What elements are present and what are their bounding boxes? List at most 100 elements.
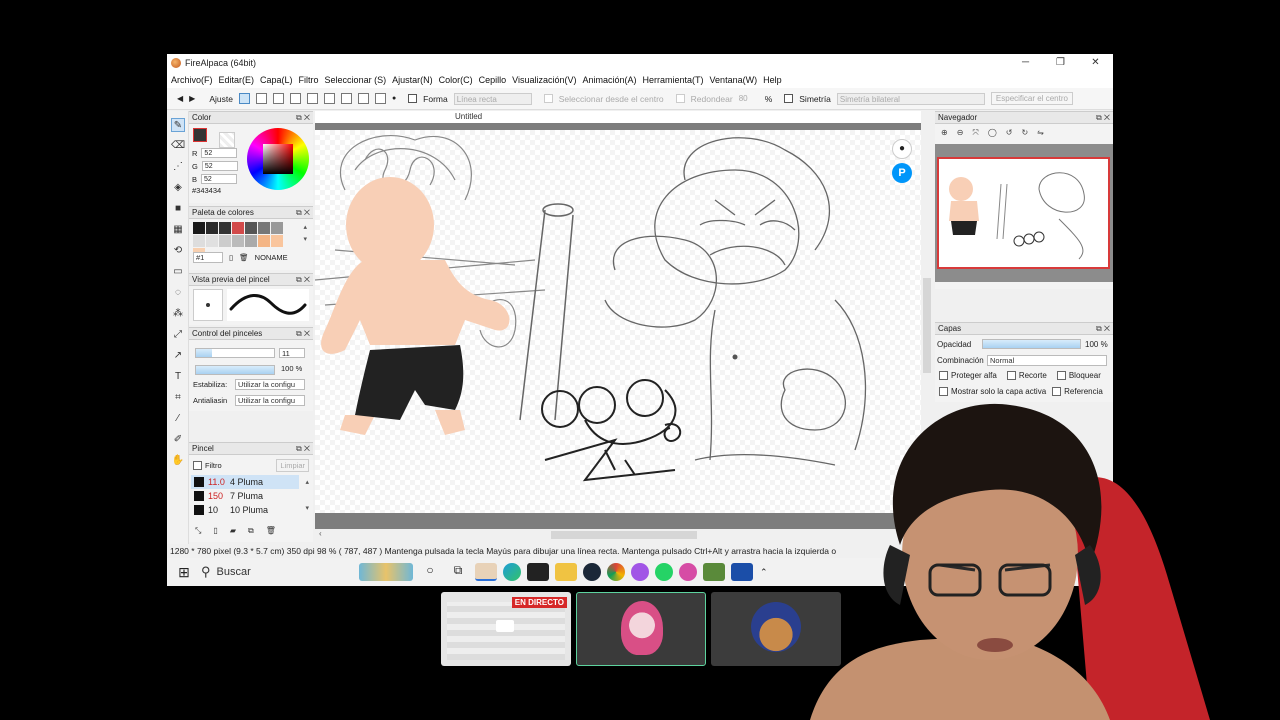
red-input[interactable]: 52 xyxy=(201,148,238,158)
tray-expand-icon[interactable]: ⌃ xyxy=(760,567,768,578)
edge-icon[interactable] xyxy=(503,563,521,581)
palette-swatch[interactable] xyxy=(206,235,218,247)
brush-list-item[interactable]: 10 10 Pluma xyxy=(191,503,299,517)
dot-tool-icon[interactable]: ⋰ xyxy=(171,160,185,174)
grab-tool-icon[interactable]: ✋ xyxy=(171,454,185,468)
menu-animacion[interactable]: Animación(A) xyxy=(583,75,637,85)
lasso-tool-icon[interactable]: ◌ xyxy=(171,286,185,300)
palette-swatch[interactable] xyxy=(219,235,231,247)
brush-size-slider[interactable] xyxy=(195,348,275,358)
operation-tool-icon[interactable]: ↗ xyxy=(171,349,185,363)
hand-tool-icon[interactable]: ⟲ xyxy=(171,244,185,258)
minimize-button[interactable]: ─ xyxy=(1008,54,1043,72)
steam-icon[interactable] xyxy=(583,563,601,581)
panel-pin-close-icon[interactable]: ⧉ ✕ xyxy=(296,207,310,219)
search-highlight-icon[interactable] xyxy=(359,563,413,581)
minecraft-icon[interactable] xyxy=(703,563,725,581)
scroll-left-icon[interactable]: ‹ xyxy=(319,529,322,538)
antialias-dropdown[interactable]: Utilizar la configu xyxy=(235,395,305,406)
panel-pin-close-icon[interactable]: ⧉ ✕ xyxy=(296,274,310,286)
current-color-swatch[interactable] xyxy=(193,128,207,142)
green-input[interactable]: 52 xyxy=(201,161,238,171)
whatsapp-icon[interactable] xyxy=(655,563,673,581)
forma-dropdown[interactable]: Línea recta xyxy=(453,92,532,105)
file-explorer-icon[interactable] xyxy=(555,563,577,581)
navigator-thumbnail[interactable] xyxy=(937,157,1110,269)
panel-pin-close-icon[interactable]: ⧉ ✕ xyxy=(1096,112,1110,124)
gradient-tool-icon[interactable]: ▦ xyxy=(171,223,185,237)
palette-swatch[interactable] xyxy=(193,235,205,247)
rotate-right-icon[interactable]: ↻ xyxy=(1021,128,1028,138)
menu-herramienta[interactable]: Herramienta(T) xyxy=(643,75,704,85)
palette-delete-icon[interactable]: 🗑 xyxy=(239,253,249,262)
simetria-dropdown[interactable]: Simetría bilateral xyxy=(836,92,985,105)
menu-archivo[interactable]: Archivo(F) xyxy=(171,75,213,85)
palette-scroll-arrows[interactable]: ▴ ▾ xyxy=(303,222,307,246)
palette-swatch[interactable] xyxy=(193,222,205,234)
pen-tool-icon[interactable]: ✎ xyxy=(171,118,185,132)
blend-mode-dropdown[interactable]: Normal xyxy=(987,355,1107,366)
forma-checkbox[interactable] xyxy=(408,94,418,103)
eraser-tool-icon[interactable]: ⌫ xyxy=(171,139,185,153)
panel-pin-close-icon[interactable]: ⧉ ✕ xyxy=(296,328,310,340)
snap-parallel-icon[interactable] xyxy=(255,93,267,104)
zoom-out-icon[interactable]: ⊖ xyxy=(957,128,964,138)
brush-settings-icon[interactable]: ⤡ xyxy=(195,526,201,536)
protect-alpha-checkbox[interactable] xyxy=(939,371,948,380)
palette-swatch[interactable] xyxy=(271,235,283,247)
brush-list-item[interactable]: 11.0 4 Pluma xyxy=(191,475,299,489)
snap-off-icon[interactable] xyxy=(238,93,250,104)
snap-cross-icon[interactable] xyxy=(289,93,301,104)
menu-editar[interactable]: Editar(E) xyxy=(219,75,255,85)
snap-perspective-icon[interactable] xyxy=(374,93,386,104)
pixiv-share-icon[interactable]: P xyxy=(892,163,912,183)
hex-value[interactable]: #343434 xyxy=(192,186,221,195)
palette-swatch[interactable] xyxy=(219,222,231,234)
actual-size-icon[interactable]: ◯ xyxy=(988,128,997,138)
zoom-in-icon[interactable]: ⊕ xyxy=(941,128,948,138)
cortana-icon[interactable]: ○ xyxy=(419,563,441,581)
move-tool-icon[interactable]: ⤢ xyxy=(171,328,185,342)
restore-button[interactable]: ❐ xyxy=(1043,54,1078,72)
specify-center-button[interactable]: Especificar el centro xyxy=(990,92,1073,105)
menu-filtro[interactable]: Filtro xyxy=(299,75,319,85)
brush-list-item[interactable]: 150 7 Pluma xyxy=(191,489,299,503)
flip-icon[interactable]: ⇋ xyxy=(1037,128,1044,138)
palette-swatch[interactable] xyxy=(245,222,257,234)
scroll-thumb[interactable] xyxy=(923,278,931,373)
select-tool-icon[interactable]: ▭ xyxy=(171,265,185,279)
palette-swatch[interactable] xyxy=(232,222,244,234)
frame-tool-icon[interactable]: ⌗ xyxy=(171,391,185,405)
color-sv-square[interactable] xyxy=(263,144,293,174)
le-app-icon[interactable] xyxy=(731,563,753,581)
palette-slot-dropdown[interactable]: #1 xyxy=(193,252,223,263)
snap-radial-icon[interactable] xyxy=(306,93,318,104)
brush-new-icon[interactable]: ▯ xyxy=(213,526,217,536)
secondary-color-swatch[interactable] xyxy=(219,132,235,148)
alpaca-avatar-icon[interactable]: ● xyxy=(892,139,912,159)
brush-list-scroll[interactable]: ▴ ▾ xyxy=(305,476,309,515)
palette-swatch[interactable] xyxy=(271,222,283,234)
snap-grid-icon[interactable] xyxy=(272,93,284,104)
stabilizer-dropdown[interactable]: Utilizar la configu xyxy=(235,379,305,390)
snap-curve-icon[interactable] xyxy=(340,93,352,104)
palette-swatch[interactable] xyxy=(245,235,257,247)
taskbar-search[interactable]: ⚲ Buscar xyxy=(201,558,356,586)
magic-wand-icon[interactable]: ⁂ xyxy=(171,307,185,321)
menu-ventana[interactable]: Ventana(W) xyxy=(710,75,758,85)
layer-opacity-slider[interactable] xyxy=(982,339,1081,349)
menu-seleccionar[interactable]: Seleccionar (S) xyxy=(325,75,387,85)
palette-swatch[interactable] xyxy=(232,235,244,247)
brush-size-value[interactable]: 11 xyxy=(279,348,305,358)
brush-opacity-slider[interactable] xyxy=(195,365,275,375)
menu-capa[interactable]: Capa(L) xyxy=(260,75,293,85)
capture-icon[interactable] xyxy=(527,563,549,581)
task-view-icon[interactable]: ⧉ xyxy=(447,563,469,581)
panel-pin-close-icon[interactable]: ⧉ ✕ xyxy=(296,112,310,124)
simetria-checkbox[interactable] xyxy=(784,94,794,103)
color-wheel[interactable] xyxy=(247,128,309,190)
rotate-left-icon[interactable]: ↺ xyxy=(1006,128,1013,138)
menu-visualizacion[interactable]: Visualización(V) xyxy=(512,75,576,85)
app-icon[interactable] xyxy=(679,563,697,581)
fill-tool-icon[interactable]: ■ xyxy=(171,202,185,216)
